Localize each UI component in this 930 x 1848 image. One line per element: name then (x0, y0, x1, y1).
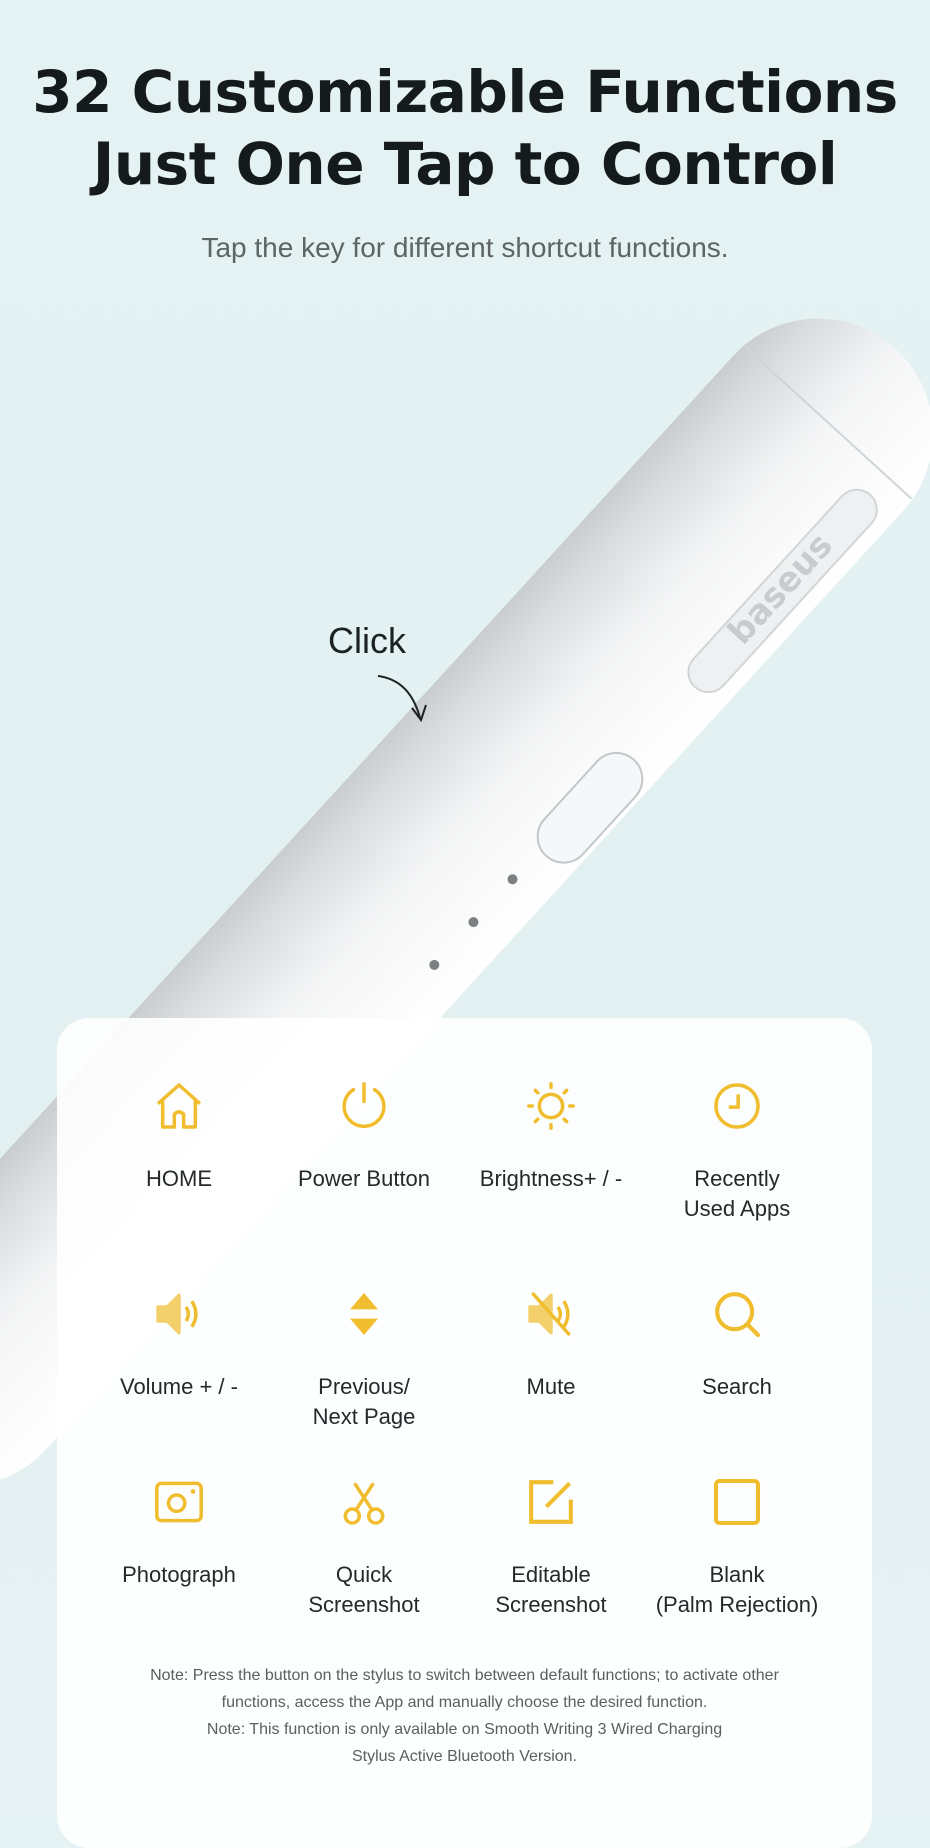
blank-square-icon (713, 1478, 761, 1526)
note-line: Note: This function is only available on… (206, 1721, 723, 1738)
click-callout: Click (328, 620, 406, 661)
function-item: Quick Screenshot (264, 1474, 464, 1620)
note-line: Note: Press the button on the stylus to … (150, 1667, 779, 1684)
function-item: Power Button (264, 1078, 464, 1194)
note-line: functions, access the App and manually c… (221, 1694, 708, 1711)
volume-icon (156, 1293, 198, 1335)
function-label: Brightness+ / - (479, 1166, 623, 1191)
notes: Note: Press the button on the stylus to … (57, 1662, 872, 1770)
function-label: Quick Screenshot (308, 1562, 420, 1617)
function-label: Previous/ Next Page (312, 1374, 416, 1429)
function-label: Blank (Palm Rejection) (655, 1562, 819, 1617)
clock-icon (714, 1083, 760, 1129)
up-down-arrows-icon (350, 1293, 378, 1335)
function-label: Mute (526, 1374, 576, 1399)
camera-icon (155, 1481, 203, 1523)
function-item: Volume + / - (79, 1286, 279, 1402)
function-item: HOME (79, 1078, 279, 1194)
function-item: Editable Screenshot (451, 1474, 651, 1620)
function-label: HOME (146, 1166, 212, 1191)
mute-icon (528, 1291, 571, 1337)
function-label: Photograph (122, 1562, 236, 1587)
function-item: Recently Used Apps (637, 1078, 837, 1224)
function-label: Power Button (297, 1166, 431, 1191)
edit-icon (529, 1480, 573, 1524)
power-icon (342, 1082, 386, 1129)
home-icon (156, 1083, 202, 1129)
scissors-icon (343, 1482, 385, 1525)
function-label: Volume + / - (119, 1374, 238, 1399)
function-item: Previous/ Next Page (264, 1286, 464, 1432)
function-item: Search (637, 1286, 837, 1402)
function-item: Photograph (79, 1474, 279, 1590)
brightness-icon (527, 1082, 575, 1130)
function-item: Blank (Palm Rejection) (637, 1474, 837, 1620)
search-icon (715, 1292, 761, 1338)
function-item: Mute (451, 1286, 651, 1402)
function-item: Brightness+ / - (451, 1078, 651, 1194)
function-label: Editable Screenshot (495, 1562, 607, 1617)
function-label: Recently Used Apps (683, 1166, 791, 1221)
note-line: Stylus Active Bluetooth Version. (351, 1748, 577, 1765)
function-label: Search (702, 1374, 772, 1399)
